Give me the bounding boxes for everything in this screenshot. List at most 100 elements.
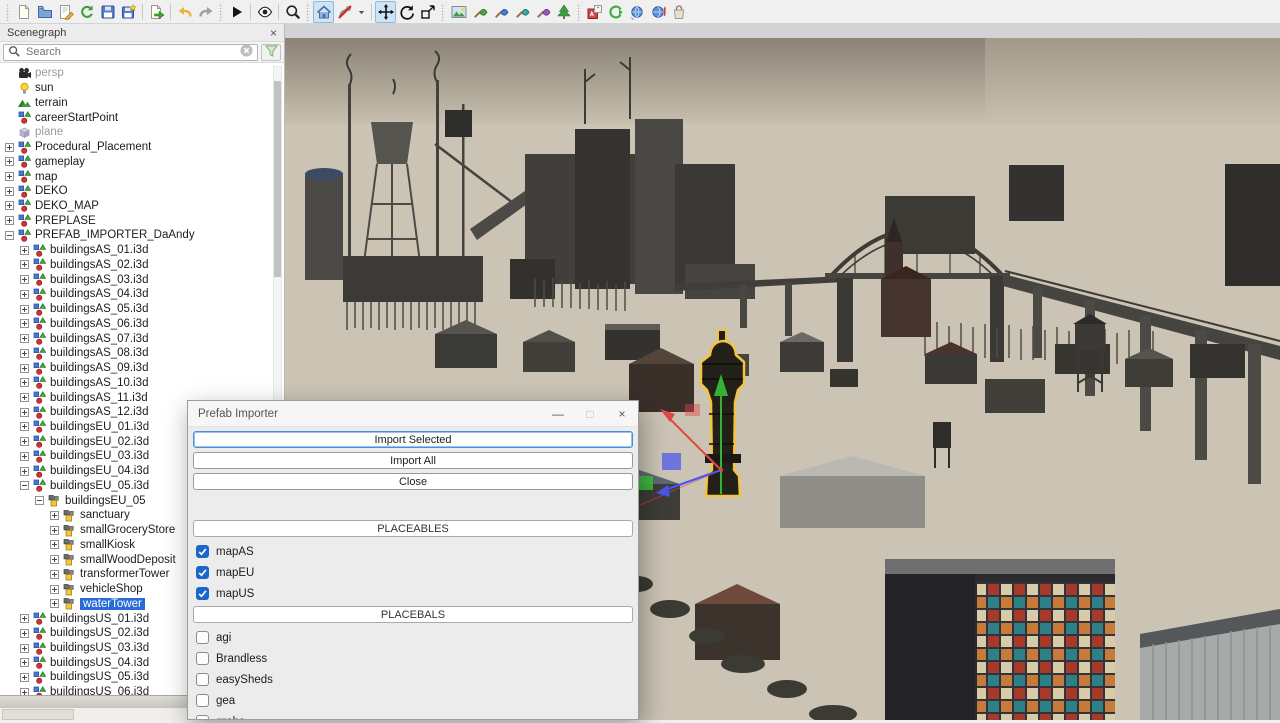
panel-close-icon[interactable]: ×: [270, 28, 277, 38]
tree-item[interactable]: plane: [0, 125, 284, 140]
world-blue-icon[interactable]: [626, 1, 647, 23]
expand-icon[interactable]: [20, 275, 29, 284]
tree-item[interactable]: buildingsAS_04.i3d: [0, 287, 284, 302]
visibility-eye-icon[interactable]: [254, 1, 275, 23]
dropdown-arrow-icon[interactable]: [355, 1, 368, 23]
collapse-icon[interactable]: [20, 481, 29, 490]
edit-script-icon[interactable]: [55, 1, 76, 23]
checkbox-row[interactable]: groha: [193, 711, 633, 720]
expand-icon[interactable]: [50, 599, 59, 608]
expand-icon[interactable]: [20, 349, 29, 358]
rotate-tool-icon[interactable]: [396, 1, 417, 23]
terrain-shovel-green-icon[interactable]: [469, 1, 490, 23]
checkbox-row[interactable]: mapUS: [193, 583, 633, 604]
expand-icon[interactable]: [5, 172, 14, 181]
expand-icon[interactable]: [5, 157, 14, 166]
terrain-shovel-purple-icon[interactable]: [532, 1, 553, 23]
unchecked-checkbox[interactable]: [196, 694, 209, 707]
expand-icon[interactable]: [20, 644, 29, 653]
tree-item[interactable]: PREFAB_IMPORTER_DaAndy: [0, 228, 284, 243]
expand-icon[interactable]: [20, 614, 29, 623]
tree-item[interactable]: buildingsAS_09.i3d: [0, 361, 284, 376]
tree-item[interactable]: PREPLASE: [0, 213, 284, 228]
expand-icon[interactable]: [20, 364, 29, 373]
expand-icon[interactable]: [50, 526, 59, 535]
checkbox-row[interactable]: Brandless: [193, 648, 633, 669]
expand-icon[interactable]: [5, 216, 14, 225]
tree-item[interactable]: gameplay: [0, 154, 284, 169]
scale-tool-icon[interactable]: [417, 1, 438, 23]
asset-bag-icon[interactable]: [668, 1, 689, 23]
clear-search-icon[interactable]: [240, 44, 253, 60]
open-file-icon[interactable]: [34, 1, 55, 23]
expand-icon[interactable]: [50, 570, 59, 579]
expand-icon[interactable]: [20, 290, 29, 299]
tree-item[interactable]: map: [0, 169, 284, 184]
tree-item[interactable]: DEKO_MAP: [0, 199, 284, 214]
expand-icon[interactable]: [20, 305, 29, 314]
redo-icon[interactable]: [195, 1, 216, 23]
expand-icon[interactable]: [20, 378, 29, 387]
checkbox-row[interactable]: agi: [193, 627, 633, 648]
export-i3d-icon[interactable]: [146, 1, 167, 23]
unchecked-checkbox[interactable]: [196, 631, 209, 644]
tree-item[interactable]: buildingsAS_03.i3d: [0, 272, 284, 287]
undo-icon[interactable]: [174, 1, 195, 23]
tree-scrollbar-thumb[interactable]: [274, 81, 281, 277]
close-button[interactable]: Close: [193, 473, 633, 490]
checked-checkbox[interactable]: [196, 587, 209, 600]
expand-icon[interactable]: [50, 540, 59, 549]
checked-checkbox[interactable]: [196, 566, 209, 579]
expand-icon[interactable]: [20, 467, 29, 476]
terrain-shovel-teal-icon[interactable]: [511, 1, 532, 23]
expand-icon[interactable]: [50, 555, 59, 564]
unchecked-checkbox[interactable]: [196, 652, 209, 665]
terrain-shovel-blue-icon[interactable]: [490, 1, 511, 23]
unchecked-checkbox[interactable]: [196, 673, 209, 686]
tree-item[interactable]: buildingsAS_02.i3d: [0, 258, 284, 273]
tree-item[interactable]: persp: [0, 66, 284, 81]
expand-icon[interactable]: [20, 452, 29, 461]
checkbox-row[interactable]: easySheds: [193, 669, 633, 690]
search-box[interactable]: [3, 44, 258, 61]
translate-tool-icon[interactable]: [375, 1, 396, 23]
import-selected-button[interactable]: Import Selected: [193, 431, 633, 448]
expand-icon[interactable]: [20, 673, 29, 682]
expand-icon[interactable]: [20, 319, 29, 328]
expand-icon[interactable]: [20, 393, 29, 402]
tree-item[interactable]: buildingsAS_08.i3d: [0, 346, 284, 361]
checked-checkbox[interactable]: [196, 545, 209, 558]
expand-icon[interactable]: [20, 688, 29, 695]
tree-item[interactable]: DEKO: [0, 184, 284, 199]
save-icon[interactable]: [97, 1, 118, 23]
expand-icon[interactable]: [20, 658, 29, 667]
expand-icon[interactable]: [20, 422, 29, 431]
expand-icon[interactable]: [20, 334, 29, 343]
tree-item[interactable]: sun: [0, 81, 284, 96]
world-red-icon[interactable]: [647, 1, 668, 23]
save-as-icon[interactable]: [118, 1, 139, 23]
expand-icon[interactable]: [5, 143, 14, 152]
abc-block-icon[interactable]: [584, 1, 605, 23]
play-icon[interactable]: [226, 1, 247, 23]
close-icon[interactable]: ×: [606, 401, 638, 426]
bottom-panel-tab[interactable]: [2, 709, 74, 720]
tree-item[interactable]: Procedural_Placement: [0, 140, 284, 155]
tree-item[interactable]: buildingsAS_10.i3d: [0, 375, 284, 390]
search-input[interactable]: [24, 45, 236, 59]
expand-icon[interactable]: [20, 629, 29, 638]
new-file-icon[interactable]: [13, 1, 34, 23]
minimize-icon[interactable]: —: [542, 401, 574, 426]
collapse-icon[interactable]: [5, 231, 14, 240]
dialog-title-bar[interactable]: Prefab Importer — □ ×: [188, 401, 638, 427]
terrain-landscape-icon[interactable]: [448, 1, 469, 23]
expand-icon[interactable]: [5, 201, 14, 210]
reload-file-icon[interactable]: [76, 1, 97, 23]
zoom-magnifier-icon[interactable]: [282, 1, 303, 23]
tree-item[interactable]: careerStartPoint: [0, 110, 284, 125]
expand-icon[interactable]: [20, 260, 29, 269]
expand-icon[interactable]: [20, 437, 29, 446]
foliage-tree-icon[interactable]: [553, 1, 574, 23]
tree-item[interactable]: buildingsAS_01.i3d: [0, 243, 284, 258]
frame-home-icon[interactable]: [313, 1, 334, 23]
